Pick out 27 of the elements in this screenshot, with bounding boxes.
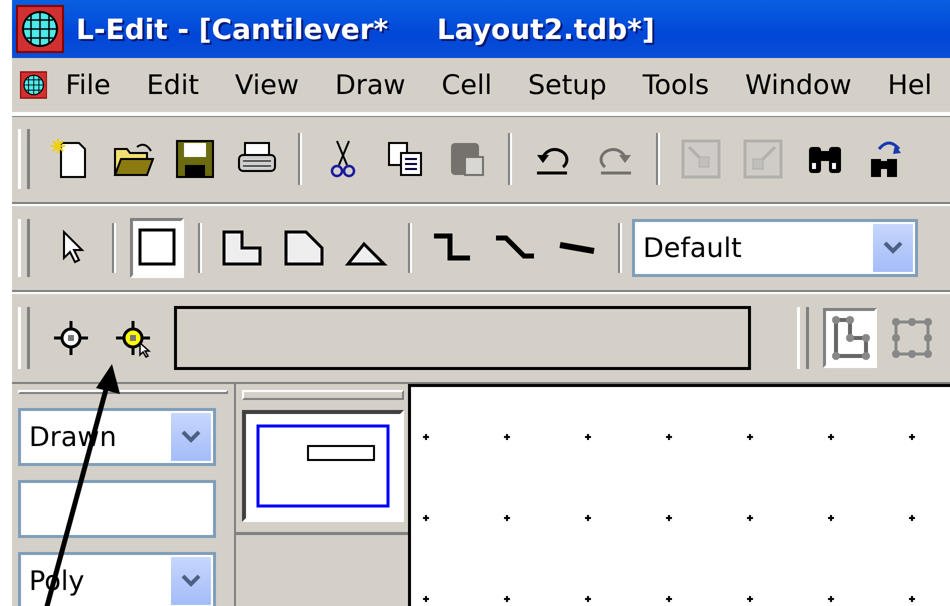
chevron-down-icon (181, 574, 201, 588)
toolbar-grip[interactable] (18, 128, 30, 190)
shrink-icon (679, 137, 723, 181)
toolbar-grip[interactable] (797, 307, 809, 369)
toolbar-grip[interactable] (18, 307, 30, 369)
menu-item[interactable]: Tools (624, 70, 728, 100)
drawing-tool[interactable] (130, 218, 184, 278)
wire-icon (557, 242, 597, 254)
menu-item[interactable]: File (47, 70, 129, 100)
menu-item[interactable]: Hel (870, 70, 950, 100)
window-title: L-Edit - [Cantilever* Layout2.tdb*] (76, 12, 655, 46)
input-field[interactable] (174, 306, 751, 370)
layer-name-field[interactable] (18, 480, 216, 538)
menu-item[interactable]: View (216, 70, 317, 100)
expand-icon (741, 137, 785, 181)
app-icon[interactable] (16, 5, 64, 53)
layout-canvas[interactable] (408, 384, 950, 606)
chevron-down-icon (181, 430, 201, 444)
menu-item[interactable]: Edit (128, 70, 217, 100)
edit-tool[interactable] (823, 308, 877, 368)
menu-item[interactable]: Window (727, 70, 870, 100)
toolbar-grip[interactable] (18, 218, 30, 278)
menu-item[interactable]: Draw (317, 70, 424, 100)
menu-item[interactable]: Cell (424, 70, 510, 100)
style-dropdown[interactable]: Default (632, 219, 918, 277)
menu-item[interactable]: Setup (510, 70, 625, 100)
chevron-down-icon (883, 241, 903, 255)
